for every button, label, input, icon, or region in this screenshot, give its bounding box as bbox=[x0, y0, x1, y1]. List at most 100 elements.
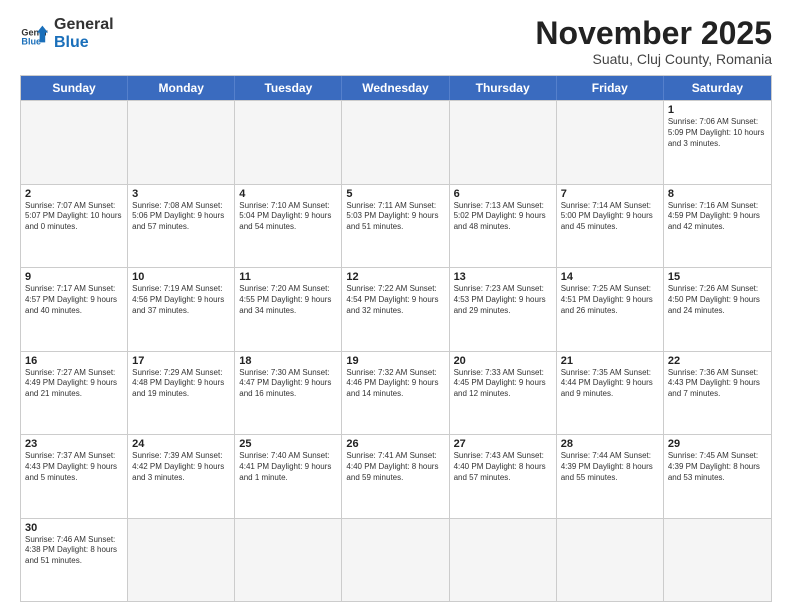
date-number: 7 bbox=[561, 188, 659, 200]
date-number: 1 bbox=[668, 104, 767, 116]
calendar-row: 23Sunrise: 7:37 AM Sunset: 4:43 PM Dayli… bbox=[21, 434, 771, 517]
date-number: 16 bbox=[25, 355, 123, 367]
weekday-header: Monday bbox=[128, 76, 235, 100]
date-number: 27 bbox=[454, 438, 552, 450]
calendar-cell: 30Sunrise: 7:46 AM Sunset: 4:38 PM Dayli… bbox=[21, 519, 128, 601]
cell-info: Sunrise: 7:33 AM Sunset: 4:45 PM Dayligh… bbox=[454, 368, 552, 400]
calendar-cell: 23Sunrise: 7:37 AM Sunset: 4:43 PM Dayli… bbox=[21, 435, 128, 517]
calendar-cell bbox=[21, 101, 128, 183]
logo-blue-text: Blue bbox=[54, 34, 114, 52]
cell-info: Sunrise: 7:29 AM Sunset: 4:48 PM Dayligh… bbox=[132, 368, 230, 400]
cell-info: Sunrise: 7:41 AM Sunset: 4:40 PM Dayligh… bbox=[346, 451, 444, 483]
date-number: 25 bbox=[239, 438, 337, 450]
date-number: 8 bbox=[668, 188, 767, 200]
weekday-header: Sunday bbox=[21, 76, 128, 100]
cell-info: Sunrise: 7:27 AM Sunset: 4:49 PM Dayligh… bbox=[25, 368, 123, 400]
svg-text:Blue: Blue bbox=[21, 36, 41, 46]
calendar-row: 1Sunrise: 7:06 AM Sunset: 5:09 PM Daylig… bbox=[21, 100, 771, 183]
cell-info: Sunrise: 7:08 AM Sunset: 5:06 PM Dayligh… bbox=[132, 201, 230, 233]
cell-info: Sunrise: 7:19 AM Sunset: 4:56 PM Dayligh… bbox=[132, 284, 230, 316]
calendar-cell: 9Sunrise: 7:17 AM Sunset: 4:57 PM Daylig… bbox=[21, 268, 128, 350]
calendar-cell bbox=[128, 101, 235, 183]
cell-info: Sunrise: 7:30 AM Sunset: 4:47 PM Dayligh… bbox=[239, 368, 337, 400]
logo-icon: General Blue bbox=[20, 20, 48, 48]
calendar-cell: 19Sunrise: 7:32 AM Sunset: 4:46 PM Dayli… bbox=[342, 352, 449, 434]
location-subtitle: Suatu, Cluj County, Romania bbox=[535, 51, 772, 67]
calendar-cell: 20Sunrise: 7:33 AM Sunset: 4:45 PM Dayli… bbox=[450, 352, 557, 434]
calendar-cell bbox=[342, 101, 449, 183]
calendar-row: 16Sunrise: 7:27 AM Sunset: 4:49 PM Dayli… bbox=[21, 351, 771, 434]
date-number: 9 bbox=[25, 271, 123, 283]
date-number: 13 bbox=[454, 271, 552, 283]
calendar-row: 2Sunrise: 7:07 AM Sunset: 5:07 PM Daylig… bbox=[21, 184, 771, 267]
date-number: 22 bbox=[668, 355, 767, 367]
cell-info: Sunrise: 7:07 AM Sunset: 5:07 PM Dayligh… bbox=[25, 201, 123, 233]
calendar-cell: 17Sunrise: 7:29 AM Sunset: 4:48 PM Dayli… bbox=[128, 352, 235, 434]
weekday-header: Saturday bbox=[664, 76, 771, 100]
date-number: 2 bbox=[25, 188, 123, 200]
cell-info: Sunrise: 7:37 AM Sunset: 4:43 PM Dayligh… bbox=[25, 451, 123, 483]
cell-info: Sunrise: 7:40 AM Sunset: 4:41 PM Dayligh… bbox=[239, 451, 337, 483]
calendar-cell: 8Sunrise: 7:16 AM Sunset: 4:59 PM Daylig… bbox=[664, 185, 771, 267]
calendar-cell: 16Sunrise: 7:27 AM Sunset: 4:49 PM Dayli… bbox=[21, 352, 128, 434]
calendar-cell: 11Sunrise: 7:20 AM Sunset: 4:55 PM Dayli… bbox=[235, 268, 342, 350]
calendar-cell: 3Sunrise: 7:08 AM Sunset: 5:06 PM Daylig… bbox=[128, 185, 235, 267]
calendar-cell bbox=[664, 519, 771, 601]
cell-info: Sunrise: 7:13 AM Sunset: 5:02 PM Dayligh… bbox=[454, 201, 552, 233]
cell-info: Sunrise: 7:16 AM Sunset: 4:59 PM Dayligh… bbox=[668, 201, 767, 233]
cell-info: Sunrise: 7:17 AM Sunset: 4:57 PM Dayligh… bbox=[25, 284, 123, 316]
calendar-cell: 26Sunrise: 7:41 AM Sunset: 4:40 PM Dayli… bbox=[342, 435, 449, 517]
cell-info: Sunrise: 7:46 AM Sunset: 4:38 PM Dayligh… bbox=[25, 535, 123, 567]
calendar-cell: 6Sunrise: 7:13 AM Sunset: 5:02 PM Daylig… bbox=[450, 185, 557, 267]
calendar-cell: 27Sunrise: 7:43 AM Sunset: 4:40 PM Dayli… bbox=[450, 435, 557, 517]
calendar-cell: 25Sunrise: 7:40 AM Sunset: 4:41 PM Dayli… bbox=[235, 435, 342, 517]
cell-info: Sunrise: 7:06 AM Sunset: 5:09 PM Dayligh… bbox=[668, 117, 767, 149]
date-number: 28 bbox=[561, 438, 659, 450]
cell-info: Sunrise: 7:43 AM Sunset: 4:40 PM Dayligh… bbox=[454, 451, 552, 483]
calendar-cell: 13Sunrise: 7:23 AM Sunset: 4:53 PM Dayli… bbox=[450, 268, 557, 350]
date-number: 11 bbox=[239, 271, 337, 283]
cell-info: Sunrise: 7:39 AM Sunset: 4:42 PM Dayligh… bbox=[132, 451, 230, 483]
date-number: 29 bbox=[668, 438, 767, 450]
cell-info: Sunrise: 7:26 AM Sunset: 4:50 PM Dayligh… bbox=[668, 284, 767, 316]
cell-info: Sunrise: 7:11 AM Sunset: 5:03 PM Dayligh… bbox=[346, 201, 444, 233]
cell-info: Sunrise: 7:20 AM Sunset: 4:55 PM Dayligh… bbox=[239, 284, 337, 316]
weekday-header: Thursday bbox=[450, 76, 557, 100]
date-number: 12 bbox=[346, 271, 444, 283]
calendar-cell bbox=[235, 519, 342, 601]
cell-info: Sunrise: 7:10 AM Sunset: 5:04 PM Dayligh… bbox=[239, 201, 337, 233]
calendar-cell: 12Sunrise: 7:22 AM Sunset: 4:54 PM Dayli… bbox=[342, 268, 449, 350]
calendar-cell bbox=[235, 101, 342, 183]
calendar-cell: 10Sunrise: 7:19 AM Sunset: 4:56 PM Dayli… bbox=[128, 268, 235, 350]
weekday-header: Wednesday bbox=[342, 76, 449, 100]
page-header: General Blue General Blue November 2025 … bbox=[20, 16, 772, 67]
date-number: 5 bbox=[346, 188, 444, 200]
calendar-cell bbox=[450, 519, 557, 601]
calendar-cell: 15Sunrise: 7:26 AM Sunset: 4:50 PM Dayli… bbox=[664, 268, 771, 350]
date-number: 19 bbox=[346, 355, 444, 367]
weekday-header: Friday bbox=[557, 76, 664, 100]
date-number: 24 bbox=[132, 438, 230, 450]
calendar-cell: 1Sunrise: 7:06 AM Sunset: 5:09 PM Daylig… bbox=[664, 101, 771, 183]
title-block: November 2025 Suatu, Cluj County, Romani… bbox=[535, 16, 772, 67]
calendar-cell: 18Sunrise: 7:30 AM Sunset: 4:47 PM Dayli… bbox=[235, 352, 342, 434]
date-number: 3 bbox=[132, 188, 230, 200]
calendar-cell bbox=[557, 519, 664, 601]
date-number: 14 bbox=[561, 271, 659, 283]
date-number: 17 bbox=[132, 355, 230, 367]
calendar-cell bbox=[557, 101, 664, 183]
calendar-cell bbox=[342, 519, 449, 601]
date-number: 15 bbox=[668, 271, 767, 283]
calendar-cell bbox=[450, 101, 557, 183]
date-number: 4 bbox=[239, 188, 337, 200]
calendar-cell: 7Sunrise: 7:14 AM Sunset: 5:00 PM Daylig… bbox=[557, 185, 664, 267]
calendar-cell: 5Sunrise: 7:11 AM Sunset: 5:03 PM Daylig… bbox=[342, 185, 449, 267]
calendar-header: SundayMondayTuesdayWednesdayThursdayFrid… bbox=[21, 76, 771, 100]
calendar-body: 1Sunrise: 7:06 AM Sunset: 5:09 PM Daylig… bbox=[21, 100, 771, 601]
cell-info: Sunrise: 7:25 AM Sunset: 4:51 PM Dayligh… bbox=[561, 284, 659, 316]
calendar-cell: 2Sunrise: 7:07 AM Sunset: 5:07 PM Daylig… bbox=[21, 185, 128, 267]
date-number: 20 bbox=[454, 355, 552, 367]
logo-general-text: General bbox=[54, 16, 114, 34]
date-number: 21 bbox=[561, 355, 659, 367]
date-number: 26 bbox=[346, 438, 444, 450]
